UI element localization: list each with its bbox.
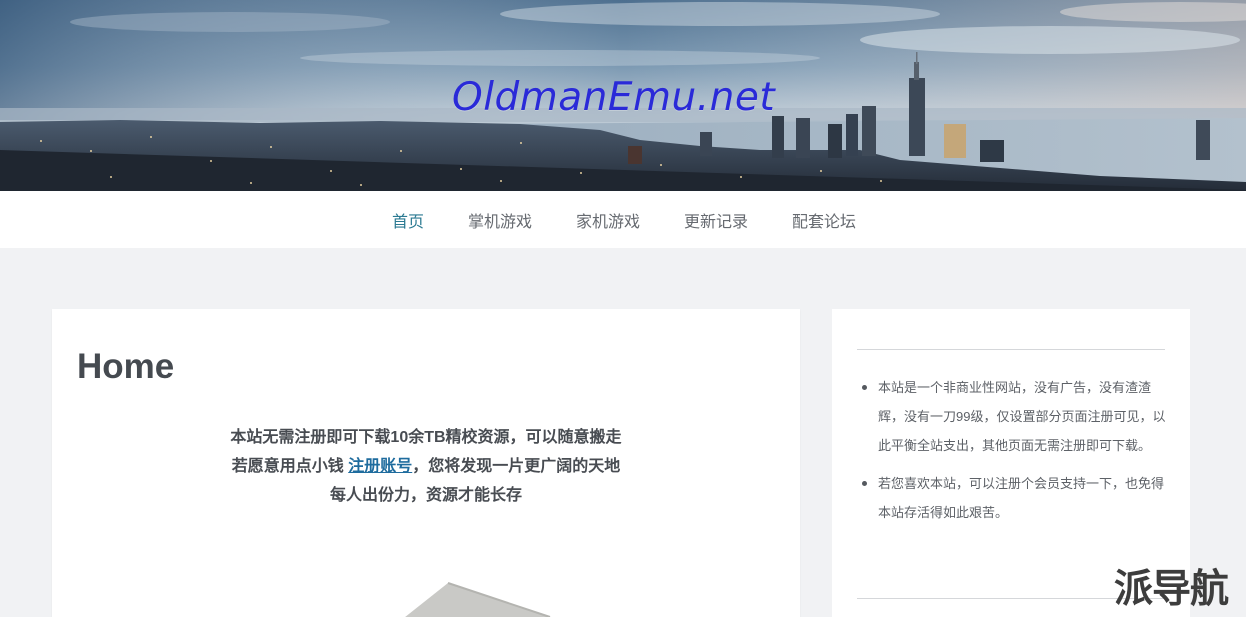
header-banner: OldmanEmu.net xyxy=(0,0,1246,191)
main-navigation: 首页 掌机游戏 家机游戏 更新记录 配套论坛 xyxy=(0,191,1246,248)
console-illustration-image xyxy=(405,582,551,617)
intro-line-2: 若愿意用点小钱 注册账号，您将发现一片更广阔的天地 xyxy=(52,452,800,481)
nav-item-home[interactable]: 首页 xyxy=(392,208,424,232)
intro-line-3: 每人出份力，资源才能长存 xyxy=(329,487,522,504)
sidebar-notice-item: 本站是一个非商业性网站，没有广告，没有渣渣辉，没有一刀99级，仅设置部分页面注册… xyxy=(857,373,1169,460)
sidebar-notice-list: 本站是一个非商业性网站，没有广告，没有渣渣辉，没有一刀99级，仅设置部分页面注册… xyxy=(857,373,1169,536)
watermark-logo: 派导航 xyxy=(1114,567,1229,612)
intro-line-1: 本站无需注册即可下载10余TB精校资源，可以随意搬走 xyxy=(230,429,622,446)
nav-item-console-games[interactable]: 家机游戏 xyxy=(576,208,640,232)
site-title-logo[interactable]: OldmanEmu.net xyxy=(452,72,794,124)
nav-item-handheld-games[interactable]: 掌机游戏 xyxy=(468,208,532,232)
intro-line-2-after: ，您将发现一片更广阔的天地 xyxy=(412,458,621,475)
page-title: Home xyxy=(77,347,175,386)
sidebar-notice-item: 若您喜欢本站，可以注册个会员支持一下，也免得本站存活得如此艰苦。 xyxy=(857,469,1169,527)
intro-text: 本站无需注册即可下载10余TB精校资源，可以随意搬走 若愿意用点小钱 注册账号，… xyxy=(52,423,800,510)
register-account-link[interactable]: 注册账号 xyxy=(348,458,412,475)
nav-item-update-log[interactable]: 更新记录 xyxy=(684,208,748,232)
main-content-card: Home 本站无需注册即可下载10余TB精校资源，可以随意搬走 若愿意用点小钱 … xyxy=(52,309,800,617)
intro-line-2-before: 若愿意用点小钱 xyxy=(231,458,349,475)
sidebar-divider-top xyxy=(857,349,1165,350)
nav-item-forum[interactable]: 配套论坛 xyxy=(792,208,856,232)
